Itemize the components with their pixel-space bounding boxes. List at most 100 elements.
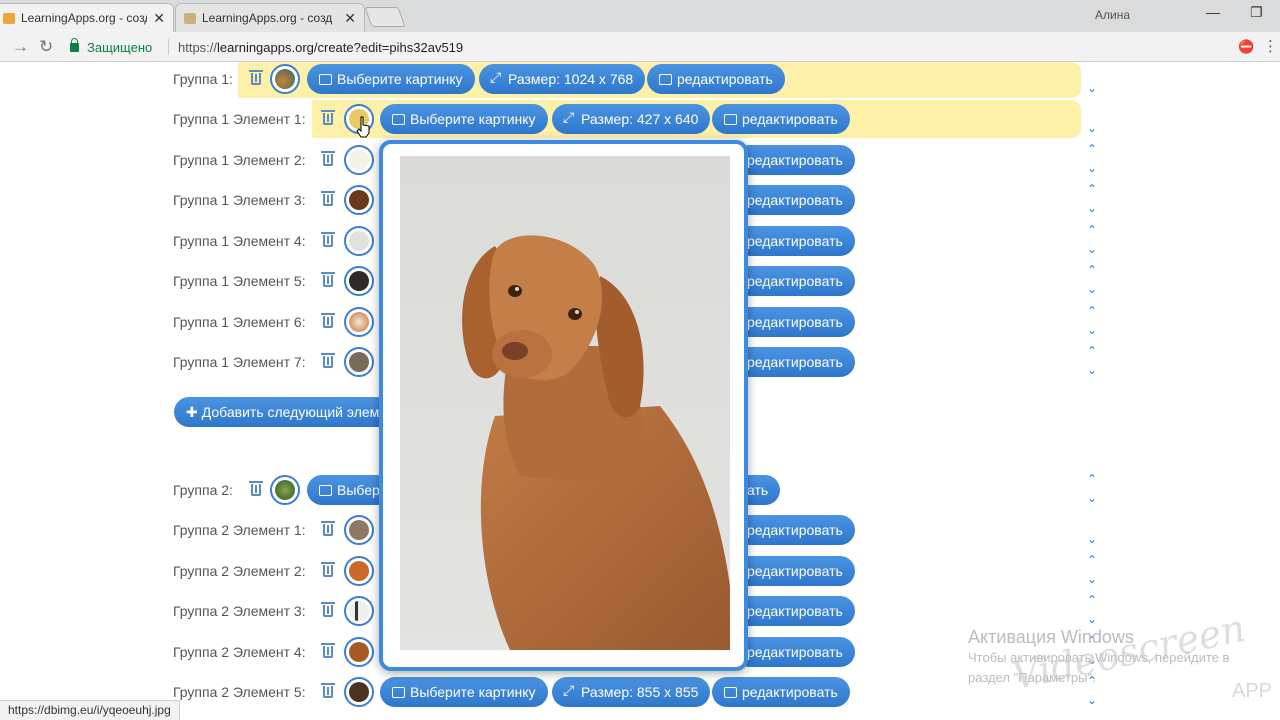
delete-icon[interactable] [321,313,335,328]
move-arrows[interactable]: ⌃ ⌄ [1085,221,1099,259]
delete-icon[interactable] [321,110,335,125]
edit-button[interactable]: редактировать [712,677,850,707]
bear-thumbnail[interactable] [344,677,374,707]
move-arrows[interactable]: ⌃ ⌄ [1085,551,1099,589]
llama-thumbnail[interactable] [344,145,374,175]
learningapps-favicon-icon [184,12,196,24]
element-label: Группа 2 Элемент 5: [173,684,306,700]
element-label: Группа 1 Элемент 7: [173,354,306,370]
delete-icon[interactable] [249,70,263,85]
delete-icon[interactable] [321,602,335,617]
button-label: Размер: 1024 x 768 [508,71,634,87]
delete-icon[interactable] [321,353,335,368]
size-button[interactable]: Размер: 855 x 855 [552,677,711,707]
element-label: Группа 1 Элемент 1: [173,111,306,127]
dog-illustration [462,235,730,650]
profile-name[interactable]: Алина [1095,8,1130,22]
delete-icon[interactable] [321,151,335,166]
delete-icon[interactable] [321,272,335,287]
delete-icon[interactable] [249,481,263,496]
move-down-icon[interactable]: ⌄ [1085,119,1099,138]
fox-thumbnail[interactable] [344,556,374,586]
hand-cursor-icon [356,116,370,138]
edit-icon [724,686,737,698]
button-label: Выберите картинку [337,71,463,87]
minimize-icon[interactable]: — [1206,4,1220,20]
button-label: редактировать [747,603,843,619]
edit-button[interactable]: редактировать [735,307,855,337]
button-label: редактировать [747,644,843,660]
choose-image-button[interactable]: Выберите картинку [307,64,475,94]
browser-tab-inactive[interactable]: LearningApps.org - созд ✕ [175,3,365,32]
cow-thumbnail[interactable] [344,266,374,296]
tab-title: LearningApps.org - созд [202,11,333,25]
move-arrows[interactable]: ⌃ ⌄ [1085,342,1099,380]
divider [168,39,169,55]
horse-thumbnail[interactable] [344,185,374,215]
close-tab-icon[interactable]: ✕ [344,10,356,27]
edit-button[interactable]: редактировать [712,104,850,134]
choose-image-button[interactable]: Выберите картинку [380,677,548,707]
edit-button[interactable]: редактировать [735,515,855,545]
learningapps-favicon-icon [3,12,15,24]
delete-icon[interactable] [321,521,335,536]
move-arrows[interactable]: ⌃ ⌄ [1085,261,1099,299]
move-arrows[interactable]: ⌃ ⌄ [1085,470,1099,508]
address-bar: → ↻ Защищено https://learningapps.org/cr… [0,32,1280,62]
blocked-content-icon[interactable]: ⛔ [1238,39,1254,55]
size-button[interactable]: Размер: 427 x 640 [552,104,711,134]
browser-tab-active[interactable]: LearningApps.org - созд ✕ [0,3,174,32]
new-tab-button[interactable] [364,7,406,27]
badger-thumbnail[interactable] [344,596,374,626]
cat-thumbnail[interactable] [344,347,374,377]
restore-icon[interactable]: ❐ [1250,4,1263,21]
video-watermark-app: APP [1232,680,1273,702]
move-arrows[interactable]: ⌃ ⌄ [1085,302,1099,340]
secure-label: Защищено [87,40,153,55]
button-label: Размер: 855 x 855 [581,684,699,700]
move-down-icon[interactable]: ⌄ [1085,79,1099,98]
security-indicator[interactable]: Защищено [70,38,153,55]
image-icon [392,686,405,698]
delete-icon[interactable] [321,683,335,698]
move-down-icon[interactable]: ⌄ [1085,530,1099,549]
button-label: Выберите картинку [410,111,536,127]
edit-button[interactable]: редактировать [735,226,855,256]
edit-button[interactable]: редактировать [647,64,785,94]
move-arrows[interactable]: ⌃ ⌄ [1085,180,1099,218]
wolf-thumbnail[interactable] [344,515,374,545]
button-label: Выберите картинку [410,684,536,700]
button-label: Выбер [337,482,380,498]
edit-button[interactable]: редактировать [735,145,855,175]
url-field[interactable]: https://learningapps.org/create?edit=pih… [178,40,463,55]
squirrel-thumbnail[interactable] [344,637,374,667]
guinea-pig-thumbnail[interactable] [344,307,374,337]
choose-image-button[interactable]: Выберите картинку [380,104,548,134]
button-label: Добавить следующий элем [201,404,380,420]
goose-thumbnail[interactable] [344,226,374,256]
delete-icon[interactable] [321,562,335,577]
edit-button[interactable]: редактировать [735,347,855,377]
landscape-thumbnail[interactable] [270,64,300,94]
delete-icon[interactable] [321,191,335,206]
size-button[interactable]: Размер: 1024 x 768 [479,64,646,94]
button-label: редактировать [677,71,773,87]
forest-thumbnail[interactable] [270,475,300,505]
move-arrows[interactable]: ⌃ ⌄ [1085,591,1099,629]
reload-icon[interactable]: ↻ [39,37,53,57]
move-arrows[interactable]: ⌃ ⌄ [1085,140,1099,178]
button-label: редактировать [747,152,843,168]
edit-button[interactable]: редактировать [735,266,855,296]
close-tab-icon[interactable]: ✕ [153,10,165,27]
add-next-element-button[interactable]: ✚ Добавить следующий элем [174,397,394,427]
menu-icon[interactable]: ⋮ [1263,37,1278,55]
tab-bar: LearningApps.org - созд ✕ LearningApps.o… [0,0,1280,32]
edit-button[interactable]: редактировать [735,637,855,667]
forward-icon[interactable]: → [12,37,29,57]
delete-icon[interactable] [321,643,335,658]
edit-button[interactable]: редактировать [735,185,855,215]
edit-button[interactable]: редактировать [735,596,855,626]
edit-button[interactable]: редактировать [735,556,855,586]
delete-icon[interactable] [321,232,335,247]
button-label: редактировать [742,111,838,127]
